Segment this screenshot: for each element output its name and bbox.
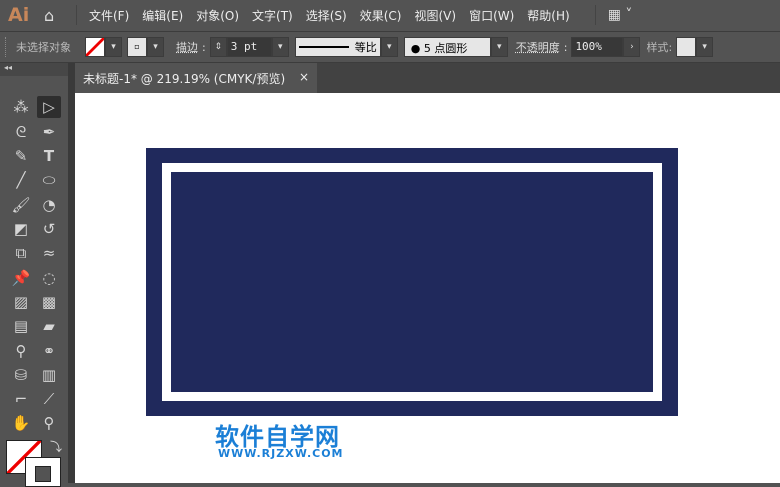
menu-select[interactable]: 选择(S) — [306, 7, 347, 24]
profile-dropdown[interactable]: ▾ — [380, 37, 398, 57]
watermark-url: WWW.RJZXW.COM — [218, 447, 344, 460]
stroke-weight-input[interactable]: 3 pt — [226, 37, 272, 57]
menu-view[interactable]: 视图(V) — [414, 7, 456, 24]
menu-bar: Ai ⌂ 文件(F) 编辑(E) 对象(O) 文字(T) 选择(S) 效果(C)… — [0, 0, 780, 30]
stroke-stepper[interactable]: ⇕ — [209, 37, 227, 57]
menu-effect[interactable]: 效果(C) — [360, 7, 402, 24]
brush-dropdown[interactable]: ▾ — [490, 37, 508, 57]
swap-colors-icon[interactable]: ⤵ — [50, 438, 62, 455]
opacity-input[interactable]: 100% — [571, 37, 624, 57]
rotate-icon[interactable]: ↺ — [37, 218, 61, 240]
document-tab-title: 未标题-1* @ 219.19% (CMYK/预览) — [83, 71, 286, 86]
menu-type[interactable]: 文字(T) — [252, 7, 293, 24]
document-tab-bar: 未标题-1* @ 219.19% (CMYK/预览) × — [75, 63, 780, 93]
puppet-warp-icon[interactable]: 📌 — [9, 267, 33, 289]
menu-object[interactable]: 对象(O) — [196, 7, 239, 24]
divider — [76, 5, 77, 25]
warp-icon[interactable]: ≈ — [37, 242, 61, 264]
hand-icon[interactable]: ✋ — [9, 412, 33, 434]
shaper-icon[interactable]: ◔ — [37, 194, 61, 216]
stroke-weight-dropdown[interactable]: ▾ — [271, 37, 289, 57]
stroke-dropdown[interactable]: ▾ — [147, 37, 164, 57]
pen-tool-icon[interactable]: ✒ — [37, 121, 61, 143]
style-dropdown[interactable]: ▾ — [696, 37, 714, 57]
brush-label: 5 点圆形 — [423, 42, 468, 55]
perspective-grid-icon[interactable]: ▨ — [9, 291, 33, 313]
workspace-layout-icon[interactable]: ▦ ˅ — [608, 7, 633, 23]
mesh-icon[interactable]: ▩ — [37, 291, 61, 313]
eraser-icon[interactable]: ◩ — [9, 218, 33, 240]
menu-window[interactable]: 窗口(W) — [469, 7, 514, 24]
toolbar-collapse[interactable]: ◂◂ — [0, 63, 68, 76]
stroke-swatch[interactable]: ▫ — [127, 37, 147, 57]
measure-icon[interactable]: ▰ — [37, 315, 61, 337]
fill-dropdown[interactable]: ▾ — [105, 37, 122, 57]
grip-handle[interactable] — [5, 37, 8, 57]
scale-icon[interactable]: ⧉ — [9, 242, 33, 264]
type-tool-icon[interactable]: T — [37, 145, 61, 167]
fill-swatch[interactable] — [85, 37, 105, 57]
graphic-style-swatch[interactable] — [676, 37, 697, 57]
outer-navy-rectangle[interactable] — [146, 148, 678, 416]
selection-status: 未选择对象 — [16, 41, 71, 54]
eyedropper-icon[interactable]: ⚲ — [9, 340, 33, 362]
selection-tool-icon[interactable]: ▷ — [37, 96, 61, 118]
variable-width-profile[interactable]: 等比 — [294, 37, 381, 57]
shape-builder-icon[interactable]: ◌ — [37, 267, 61, 289]
artboard-canvas[interactable]: 软件自学网 WWW.RJZXW.COM — [75, 93, 780, 483]
symbol-sprayer-icon[interactable]: ⛁ — [9, 364, 33, 386]
lasso-icon[interactable]: ᘓ — [9, 121, 33, 143]
control-bar: 未选择对象 ▾ ▫ ▾ 描边: ⇕ 3 pt ▾ 等比 ▾ ● 5 点圆形 ▾ … — [0, 31, 780, 63]
paintbrush-icon[interactable]: 🖌 — [9, 194, 33, 216]
column-graph-icon[interactable]: ▥ — [37, 364, 61, 386]
ellipse-tool-icon[interactable]: ⬭ — [37, 169, 61, 191]
line-tool-icon[interactable]: ╱ — [9, 169, 33, 191]
opacity-arrow[interactable]: › — [623, 37, 641, 57]
inner-navy-rectangle[interactable] — [171, 172, 653, 392]
white-border-rectangle[interactable] — [162, 163, 662, 401]
brush-definition[interactable]: ● 5 点圆形 — [403, 37, 491, 57]
home-icon[interactable]: ⌂ — [44, 6, 64, 25]
divider — [594, 5, 596, 25]
close-icon[interactable]: × — [299, 70, 309, 84]
menu-edit[interactable]: 编辑(E) — [142, 7, 183, 24]
gradient-icon[interactable]: ▤ — [9, 315, 33, 337]
slice-icon[interactable]: ⟋ — [37, 388, 61, 410]
menu-help[interactable]: 帮助(H) — [527, 7, 569, 24]
zoom-icon[interactable]: ⚲ — [37, 412, 61, 434]
panel-gutter — [68, 63, 75, 483]
app-logo: Ai — [8, 4, 30, 26]
blend-icon[interactable]: ⚭ — [37, 340, 61, 362]
menu-file[interactable]: 文件(F) — [89, 7, 129, 24]
document-tab[interactable]: 未标题-1* @ 219.19% (CMYK/预览) × — [75, 63, 317, 93]
tools-panel: ⁂ ▷ ᘓ ✒ ✎ T ╱ ⬭ 🖌 ◔ ◩ ↺ ⧉ ≈ 📌 ◌ ▨ ▩ ▤ ▰ … — [0, 76, 68, 487]
artboard-icon[interactable]: ⌐ — [9, 388, 33, 410]
stroke-label[interactable]: 描边 — [176, 39, 198, 55]
opacity-label[interactable]: 不透明度 — [516, 39, 560, 55]
brush-dot-icon: ● — [410, 42, 421, 55]
curvature-icon[interactable]: ✎ — [9, 145, 33, 167]
style-label: 样式 — [646, 41, 669, 54]
magic-wand-icon[interactable]: ⁂ — [9, 96, 33, 118]
profile-label: 等比 — [354, 41, 377, 54]
